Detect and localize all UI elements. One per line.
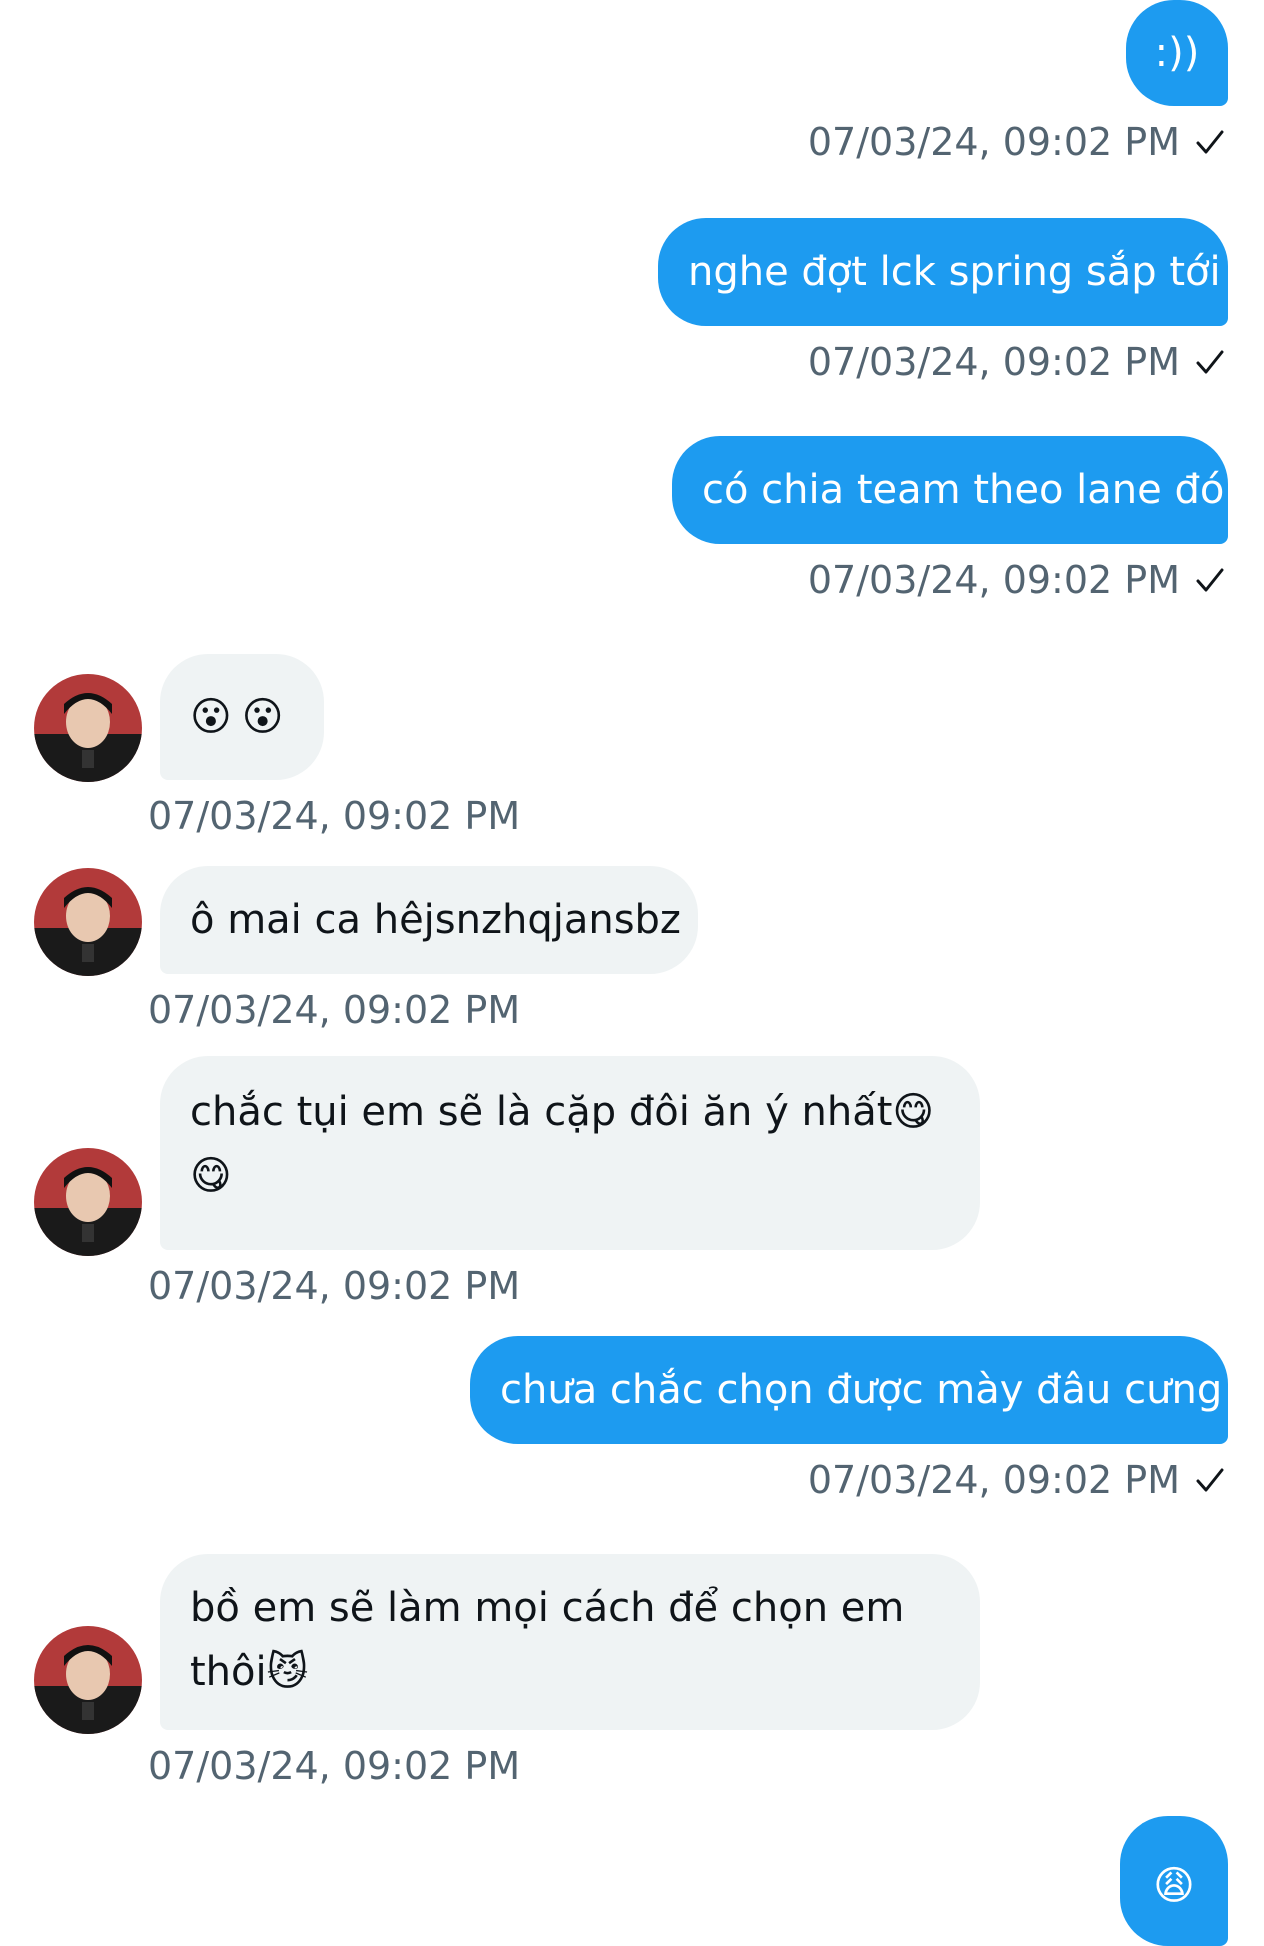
timestamp-text: 07/03/24, 09:02 PM	[148, 1744, 521, 1788]
message-text: chưa chắc chọn được mày đâu cưng	[500, 1367, 1223, 1413]
message-text: :))	[1154, 30, 1200, 76]
message-timestamp: 07/03/24, 09:02 PM	[808, 556, 1226, 604]
message-timestamp: 07/03/24, 09:02 PM	[808, 338, 1226, 386]
message-text-line: bồ em sẽ làm mọi cách để chọn em	[190, 1585, 905, 1631]
message-text: nghe đợt lck spring sắp tới	[688, 249, 1221, 295]
message-text-line: 😋	[190, 1153, 232, 1199]
message-bubble-received[interactable]: 😮😮	[160, 654, 324, 780]
message-bubble-sent[interactable]: :))	[1126, 0, 1228, 106]
check-icon	[1196, 1468, 1224, 1492]
message-timestamp: 07/03/24, 09:02 PM	[808, 1456, 1226, 1504]
message-text: 😮😮	[190, 694, 294, 740]
avatar[interactable]	[34, 674, 142, 782]
timestamp-text: 07/03/24, 09:02 PM	[807, 340, 1180, 384]
message-text: có chia team theo lane đó	[702, 467, 1225, 513]
timestamp-text: 07/03/24, 09:02 PM	[148, 794, 521, 838]
timestamp-text: 07/03/24, 09:02 PM	[148, 988, 521, 1032]
message-text-line: thôi😼	[190, 1649, 309, 1695]
message-text: ô mai ca hêjsnzhqjansbz	[190, 897, 681, 943]
avatar-image	[34, 674, 142, 782]
message-timestamp: 07/03/24, 09:02 PM	[148, 1742, 520, 1790]
message-timestamp: 07/03/24, 09:02 PM	[148, 986, 520, 1034]
message-bubble-sent[interactable]: 😩	[1120, 1816, 1228, 1946]
message-bubble-received[interactable]: ô mai ca hêjsnzhqjansbz	[160, 866, 698, 974]
check-icon	[1196, 568, 1224, 592]
message-timestamp: 07/03/24, 09:02 PM	[148, 792, 520, 840]
timestamp-text: 07/03/24, 09:02 PM	[148, 1264, 521, 1308]
avatar-image	[34, 1626, 142, 1734]
avatar[interactable]	[34, 868, 142, 976]
message-bubble-sent[interactable]: có chia team theo lane đó	[672, 436, 1228, 544]
timestamp-text: 07/03/24, 09:02 PM	[807, 120, 1180, 164]
message-bubble-sent[interactable]: chưa chắc chọn được mày đâu cưng	[470, 1336, 1228, 1444]
message-text-line: chắc tụi em sẽ là cặp đôi ăn ý nhất😋	[190, 1089, 935, 1135]
message-timestamp: 07/03/24, 09:02 PM	[808, 118, 1226, 166]
avatar-image	[34, 1148, 142, 1256]
message-bubble-received[interactable]: chắc tụi em sẽ là cặp đôi ăn ý nhất😋 😋	[160, 1056, 980, 1250]
timestamp-text: 07/03/24, 09:02 PM	[807, 558, 1180, 602]
check-icon	[1196, 350, 1224, 374]
message-text: 😩	[1153, 1863, 1195, 1909]
message-timestamp: 07/03/24, 09:02 PM	[148, 1262, 520, 1310]
timestamp-text: 07/03/24, 09:02 PM	[807, 1458, 1180, 1502]
message-bubble-received[interactable]: bồ em sẽ làm mọi cách để chọn em thôi😼	[160, 1554, 980, 1730]
check-icon	[1196, 130, 1224, 154]
avatar-image	[34, 868, 142, 976]
message-bubble-sent[interactable]: nghe đợt lck spring sắp tới	[658, 218, 1228, 326]
avatar[interactable]	[34, 1148, 142, 1256]
avatar[interactable]	[34, 1626, 142, 1734]
